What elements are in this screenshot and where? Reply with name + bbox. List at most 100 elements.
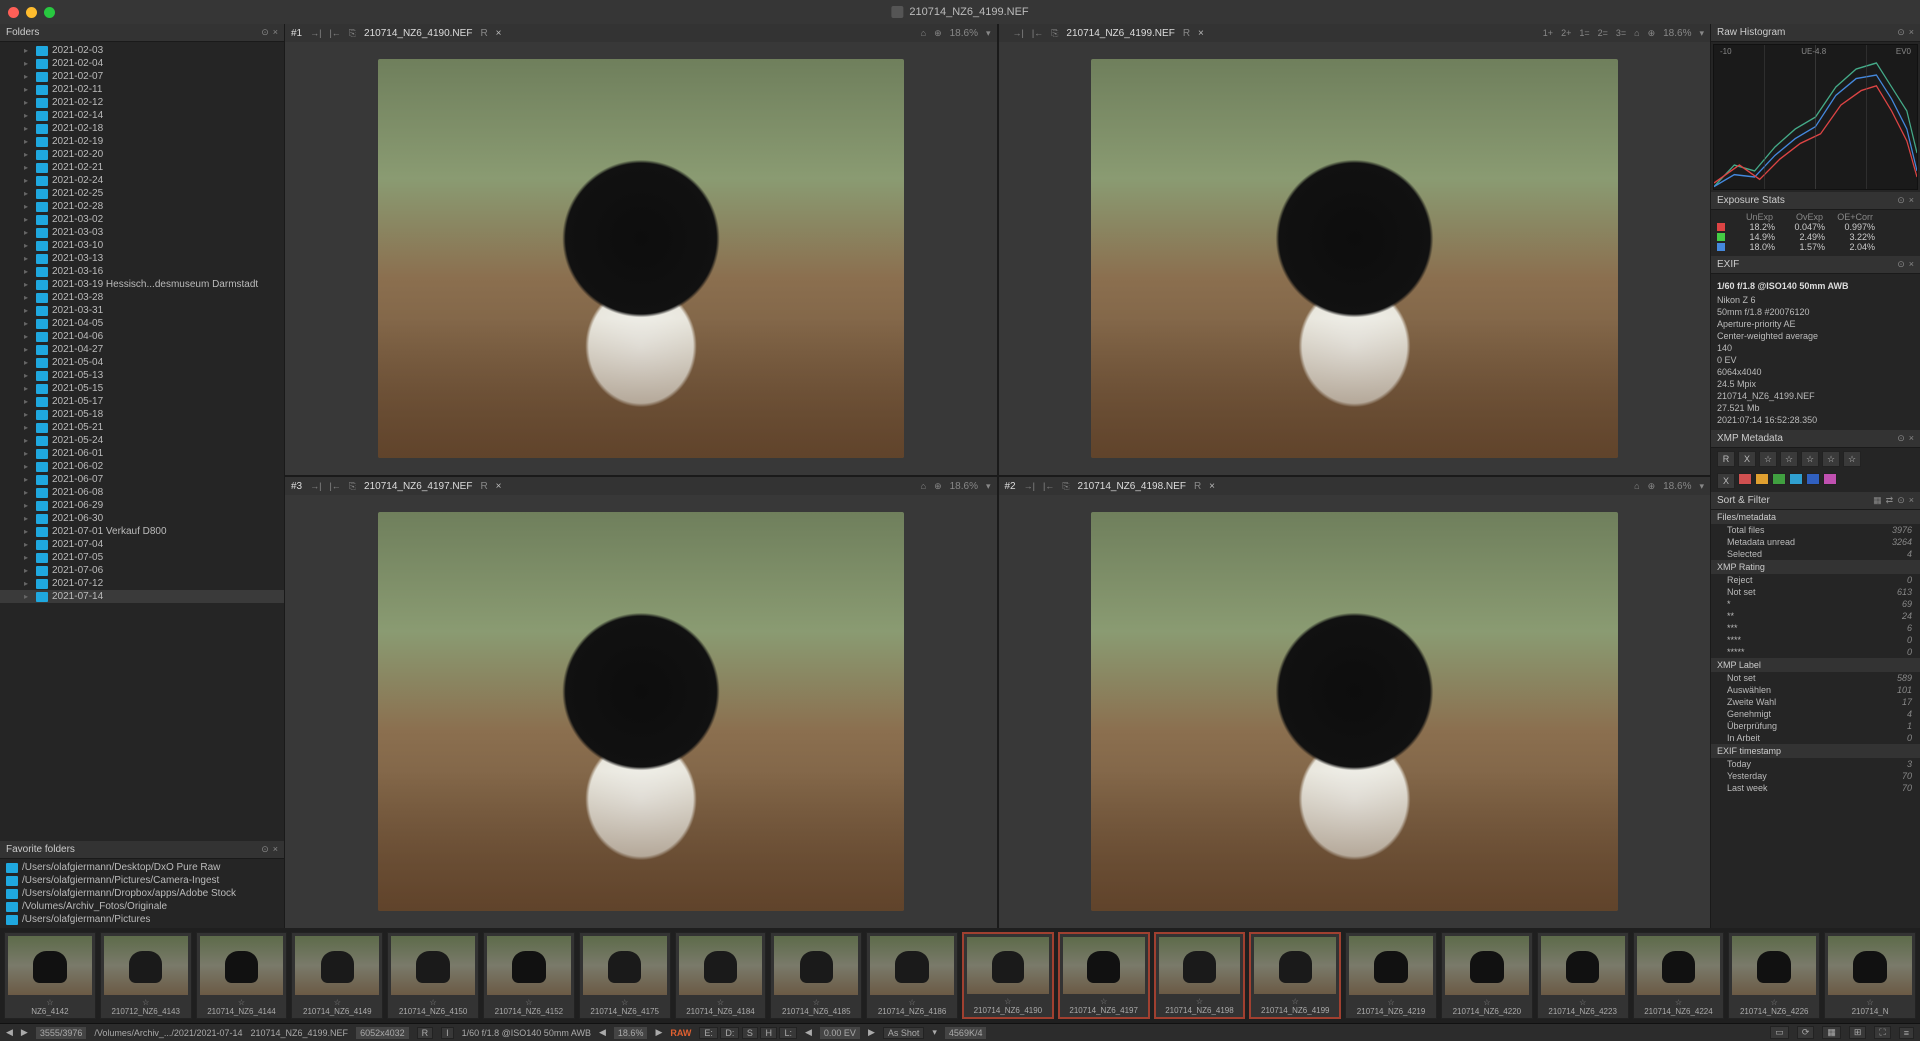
thumbnail[interactable]: ☆210714_NZ6_4150 (387, 932, 479, 1019)
viewer-zoom-icon[interactable]: ⊕ (1648, 481, 1656, 492)
folder-row[interactable]: ▸2021-03-10 (0, 239, 284, 252)
status-rotate-icon[interactable]: ⟳ (1797, 1026, 1815, 1039)
folder-row[interactable]: ▸2021-02-24 (0, 174, 284, 187)
sortfilter-row[interactable]: Not set589 (1711, 672, 1920, 684)
sortfilter-row[interactable]: Selected4 (1711, 548, 1920, 560)
viewer-nav-left-icon[interactable]: →| (1013, 28, 1024, 38)
viewer-close-icon[interactable]: × (1198, 28, 1204, 39)
thumbnail[interactable]: ☆210714_NZ6_4185 (770, 932, 862, 1019)
xmp-color-swatch[interactable] (1806, 473, 1820, 485)
folder-row[interactable]: ▸2021-04-05 (0, 317, 284, 330)
viewer-compare-button[interactable]: 1+ (1543, 28, 1553, 38)
sortfilter-group-header[interactable]: XMP Rating (1711, 560, 1920, 574)
xmp-button[interactable]: ☆ (1843, 451, 1861, 467)
viewer-nav-right-icon[interactable]: |← (329, 28, 340, 38)
viewer-nav-right-icon[interactable]: |← (1032, 28, 1043, 38)
viewer-zoom-value[interactable]: 18.6% (950, 481, 978, 492)
viewer-nav-right-icon[interactable]: |← (329, 481, 340, 491)
sortfilter-row[interactable]: Yesterday70 (1711, 770, 1920, 782)
viewer-zoom-arrow-icon[interactable]: ▾ (986, 28, 991, 39)
folder-row[interactable]: ▸2021-03-03 (0, 226, 284, 239)
folder-row[interactable]: ▸2021-05-18 (0, 408, 284, 421)
status-flag-button[interactable]: S (742, 1027, 758, 1039)
thumbnail[interactable]: ☆210714_NZ6_4186 (866, 932, 958, 1019)
thumbnail[interactable]: ☆210714_NZ6_4219 (1345, 932, 1437, 1019)
xmp-button[interactable]: ☆ (1822, 451, 1840, 467)
sortfilter-row[interactable]: In Arbeit0 (1711, 732, 1920, 744)
folder-row[interactable]: ▸2021-03-31 (0, 304, 284, 317)
histogram-settings-icon[interactable]: ⊙ (1897, 27, 1905, 38)
folder-row[interactable]: ▸2021-07-05 (0, 551, 284, 564)
folder-row[interactable]: ▸2021-02-04 (0, 57, 284, 70)
sortfilter-row[interactable]: Reject0 (1711, 574, 1920, 586)
status-flag-button[interactable]: H (760, 1027, 777, 1039)
sortfilter-row[interactable]: Überprüfung1 (1711, 720, 1920, 732)
sortfilter-group-header[interactable]: Files/metadata (1711, 510, 1920, 524)
status-i[interactable]: I (441, 1027, 454, 1039)
sortfilter-group-header[interactable]: EXIF timestamp (1711, 744, 1920, 758)
thumbnail[interactable]: ☆210714_NZ6_4226 (1728, 932, 1820, 1019)
status-zoom[interactable]: 18.6% (614, 1027, 648, 1039)
thumbnail[interactable]: ☆210714_NZ6_4190 (962, 932, 1054, 1019)
xmp-color-swatch[interactable] (1738, 473, 1752, 485)
folder-row[interactable]: ▸2021-02-28 (0, 200, 284, 213)
viewer-lock-icon[interactable]: ⌂ (1634, 481, 1639, 491)
folder-row[interactable]: ▸2021-03-16 (0, 265, 284, 278)
thumbnail[interactable]: ☆210714_NZ6_4198 (1154, 932, 1246, 1019)
status-view3-icon[interactable]: ⛶ (1874, 1026, 1890, 1039)
folder-row[interactable]: ▸2021-06-08 (0, 486, 284, 499)
viewer-lock-icon[interactable]: ⌂ (921, 28, 926, 38)
viewer-image-area[interactable] (285, 495, 997, 928)
status-arrow-left-icon[interactable]: ◀ (6, 1027, 13, 1038)
folder-row[interactable]: ▸2021-05-24 (0, 434, 284, 447)
folders-close-icon[interactable]: × (273, 27, 278, 38)
viewer-nav-left-icon[interactable]: →| (310, 28, 321, 38)
viewer-zoom-arrow-icon[interactable]: ▾ (1699, 28, 1704, 39)
filmstrip[interactable]: ☆NZ6_4142☆210712_NZ6_4143☆210714_NZ6_414… (0, 928, 1920, 1023)
sortfilter-row[interactable]: ***6 (1711, 622, 1920, 634)
folder-row[interactable]: ▸2021-02-25 (0, 187, 284, 200)
folder-row[interactable]: ▸2021-02-19 (0, 135, 284, 148)
viewer-link-icon[interactable]: ⎘ (349, 481, 356, 492)
folder-row[interactable]: ▸2021-03-02 (0, 213, 284, 226)
favorite-row[interactable]: /Volumes/Archiv_Fotos/Originale (0, 900, 284, 913)
folder-row[interactable]: ▸2021-05-15 (0, 382, 284, 395)
viewer-close-icon[interactable]: × (1209, 481, 1215, 492)
sortfilter-row[interactable]: **24 (1711, 610, 1920, 622)
viewer-compare-button[interactable]: 2= (1598, 28, 1608, 38)
viewer-image-area[interactable] (285, 42, 997, 475)
thumbnail[interactable]: ☆210714_NZ6_4223 (1537, 932, 1629, 1019)
folder-row[interactable]: ▸2021-06-02 (0, 460, 284, 473)
folders-tree[interactable]: ▸2021-02-03▸2021-02-04▸2021-02-07▸2021-0… (0, 42, 284, 841)
xmp-pin-icon[interactable]: ⊙ (1897, 433, 1905, 444)
viewer-zoom-value[interactable]: 18.6% (950, 28, 978, 39)
thumbnail[interactable]: ☆210714_NZ6_4175 (579, 932, 671, 1019)
xmp-button[interactable]: ☆ (1801, 451, 1819, 467)
xmp-button[interactable]: ☆ (1759, 451, 1777, 467)
status-view1-icon[interactable]: ▦ (1822, 1026, 1841, 1039)
folder-row[interactable]: ▸2021-03-13 (0, 252, 284, 265)
sortfilter-row[interactable]: Not set613 (1711, 586, 1920, 598)
viewer-zoom-arrow-icon[interactable]: ▾ (986, 481, 991, 492)
sortfilter-close-icon[interactable]: × (1909, 495, 1914, 506)
histogram-canvas[interactable]: -10 UE-4.8 EV0 (1713, 44, 1918, 190)
folder-row[interactable]: ▸2021-07-12 (0, 577, 284, 590)
favorite-row[interactable]: /Users/olafgiermann/Pictures (0, 913, 284, 926)
folder-row[interactable]: ▸2021-02-07 (0, 70, 284, 83)
folder-row[interactable]: ▸2021-06-01 (0, 447, 284, 460)
status-flag-button[interactable]: D: (720, 1027, 739, 1039)
thumbnail[interactable]: ☆210714_N (1824, 932, 1916, 1019)
folder-row[interactable]: ▸2021-04-06 (0, 330, 284, 343)
thumbnail[interactable]: ☆210714_NZ6_4224 (1633, 932, 1725, 1019)
status-path[interactable]: /Volumes/Archiv_.../2021/2021-07-14 (94, 1028, 242, 1038)
thumbnail[interactable]: ☆210714_NZ6_4144 (196, 932, 288, 1019)
xmp-close-icon[interactable]: × (1909, 433, 1914, 444)
favorites-close-icon[interactable]: × (273, 844, 278, 855)
thumbnail[interactable]: ☆210714_NZ6_4199 (1249, 932, 1341, 1019)
folder-row[interactable]: ▸2021-07-04 (0, 538, 284, 551)
thumbnail[interactable]: ☆NZ6_4142 (4, 932, 96, 1019)
close-window-button[interactable] (8, 7, 19, 18)
xmp-clear-button[interactable]: X (1717, 473, 1735, 489)
status-menu-icon[interactable]: ≡ (1899, 1027, 1914, 1039)
viewer-lock-icon[interactable]: ⌂ (1634, 28, 1639, 38)
